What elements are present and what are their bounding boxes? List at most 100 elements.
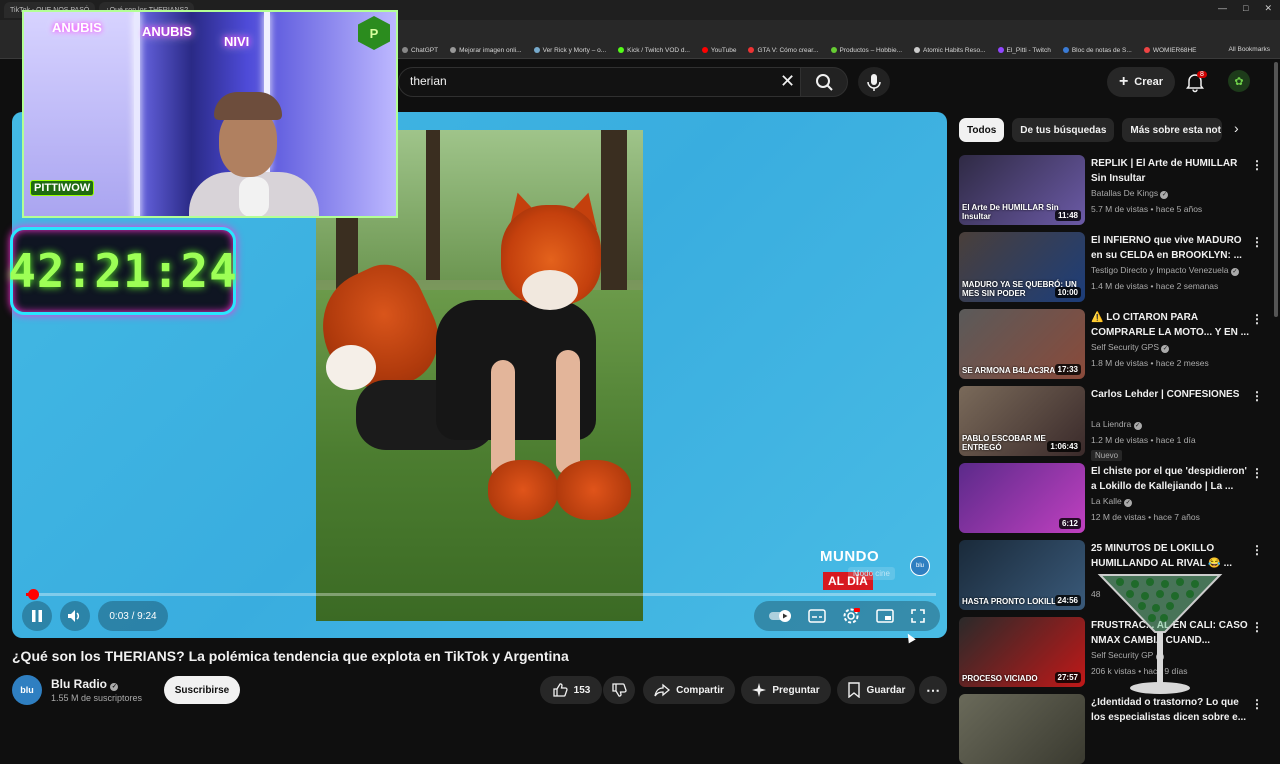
fullscreen-icon[interactable] xyxy=(910,608,926,624)
subscribe-button[interactable]: Suscribirse xyxy=(164,676,240,704)
settings-gear-icon[interactable] xyxy=(842,607,860,625)
player-right-controls xyxy=(754,601,940,631)
channel-name[interactable]: Blu Radio ✓ xyxy=(51,677,119,691)
search-value: therian xyxy=(410,74,447,88)
search-button[interactable] xyxy=(800,67,848,97)
account-avatar[interactable]: ✿ xyxy=(1228,70,1250,92)
bookmark-item[interactable]: Bloc de notas de S... xyxy=(1062,47,1132,54)
share-button[interactable]: Compartir xyxy=(643,676,735,704)
recommended-title[interactable]: El chiste por el que 'despidieron' a Lok… xyxy=(1091,464,1249,494)
more-vertical-icon[interactable]: ⋮ xyxy=(1251,312,1263,326)
pause-button[interactable] xyxy=(22,601,52,631)
video-thumbnail[interactable] xyxy=(959,694,1085,764)
more-actions-button[interactable]: ⋯ xyxy=(919,676,947,704)
save-button[interactable]: Guardar xyxy=(837,676,915,704)
recommended-title[interactable]: El INFIERNO que vive MADURO en su CELDA … xyxy=(1091,233,1249,263)
more-horizontal-icon: ⋯ xyxy=(926,681,940,698)
more-vertical-icon[interactable]: ⋮ xyxy=(1251,466,1263,480)
voice-search-button[interactable] xyxy=(858,67,890,97)
video-thumbnail[interactable]: MADURO YA SE QUEBRÓ: UN MES SIN PODER 10:… xyxy=(959,232,1085,302)
close-icon[interactable]: ✕ xyxy=(1264,3,1272,14)
like-button[interactable]: 153 xyxy=(540,676,602,704)
verified-icon: ✓ xyxy=(1124,499,1133,507)
video-thumbnail[interactable]: PABLO ESCOBAR ME ENTREGÓ 1:06:43 xyxy=(959,386,1085,456)
video-thumbnail[interactable]: El Arte De HUMILLAR Sin Insultar 11:48 xyxy=(959,155,1085,225)
bookmark-item[interactable]: Atomic Habits Reso... xyxy=(914,47,986,54)
bookmark-item[interactable]: Ver Rick y Morty – o... xyxy=(533,47,606,54)
video-duration: 6:12 xyxy=(1058,518,1081,529)
bookmark-item[interactable]: ChatGPT xyxy=(402,47,438,54)
subtitles-icon[interactable] xyxy=(808,609,826,623)
recommended-video[interactable]: El Arte De HUMILLAR Sin Insultar 11:48 REP… xyxy=(959,155,1263,225)
more-vertical-icon[interactable]: ⋮ xyxy=(1251,620,1263,634)
chip-todos[interactable]: Todos xyxy=(959,118,1005,142)
more-vertical-icon[interactable]: ⋮ xyxy=(1251,158,1263,172)
recommended-video[interactable]: SE ARMONA B4LAC3RA 17:33 ⚠️ LO CITARON PAR… xyxy=(959,309,1263,379)
cinema-mode-tooltip: Modo cine xyxy=(848,567,895,580)
bookmark-item[interactable]: WOMIER68HE xyxy=(1143,47,1197,54)
cannabis-leaf-icon: ✿ xyxy=(1234,75,1244,88)
minimize-icon[interactable]: — xyxy=(1218,3,1227,14)
bookmark-icon xyxy=(847,682,860,698)
bookmark-item[interactable]: GTA V: Cómo crear... xyxy=(748,47,819,54)
all-bookmarks[interactable]: All Bookmarks xyxy=(1228,46,1270,53)
bookmark-item[interactable]: Mejorar imagen onli... xyxy=(450,47,522,54)
bookmark-item[interactable]: Productos – Hobbie... xyxy=(830,47,902,54)
stream-timer: 42:21:24 xyxy=(8,227,238,315)
more-vertical-icon[interactable]: ⋮ xyxy=(1251,543,1263,557)
bookmark-item[interactable]: El_Pitti - Twitch xyxy=(997,47,1051,54)
autoplay-toggle-icon[interactable] xyxy=(768,609,792,623)
more-vertical-icon[interactable]: ⋮ xyxy=(1251,235,1263,249)
miniplayer-icon[interactable] xyxy=(876,609,894,623)
filter-chips: Todos De tus búsquedas Más sobre esta no… xyxy=(959,118,1223,142)
verified-icon: ✓ xyxy=(1161,345,1170,353)
channel-avatar[interactable]: blu xyxy=(12,675,42,705)
chip-more-about[interactable]: Más sobre esta not xyxy=(1122,118,1223,142)
plus-icon: + xyxy=(1118,73,1129,90)
video-thumbnail[interactable]: PROCESO VICIADO 27:57 xyxy=(959,617,1085,687)
recommended-video[interactable]: PABLO ESCOBAR ME ENTREGÓ 1:06:43 Carlos Le… xyxy=(959,386,1263,461)
progress-bar[interactable] xyxy=(26,589,936,600)
recommended-video[interactable]: MADURO YA SE QUEBRÓ: UN MES SIN PODER 10:… xyxy=(959,232,1263,302)
search-input[interactable] xyxy=(398,67,810,97)
bookmark-item[interactable]: Kick / Twitch VOD d... xyxy=(618,47,690,54)
video-thumbnail[interactable]: HASTA PRONTO LOKILLO 24:56 xyxy=(959,540,1085,610)
recommended-title[interactable]: 25 MINUTOS DE LOKILLO HUMILLANDO AL RIVA… xyxy=(1091,541,1249,571)
recommended-channel[interactable]: Testigo Directo y Impacto Venezuela ✓ xyxy=(1091,265,1239,276)
neon-sign: NIVI xyxy=(224,34,250,49)
video-thumbnail[interactable]: SE ARMONA B4LAC3RA 17:33 xyxy=(959,309,1085,379)
more-vertical-icon[interactable]: ⋮ xyxy=(1251,389,1263,403)
video-thumbnail[interactable]: 6:12 xyxy=(959,463,1085,533)
dislike-button[interactable] xyxy=(603,676,635,704)
clear-search-icon[interactable]: ✕ xyxy=(780,71,795,92)
mute-button[interactable] xyxy=(60,601,90,631)
maximize-icon[interactable]: □ xyxy=(1243,3,1248,14)
recommended-title[interactable]: ⚠️ LO CITARON PARA COMPRARLE LA MOTO... … xyxy=(1091,310,1249,340)
recommended-title[interactable]: REPLIK | El Arte de HUMILLAR Sin Insulta… xyxy=(1091,156,1249,186)
channel-watermark[interactable]: blu xyxy=(910,556,930,576)
chip-from-searches[interactable]: De tus búsquedas xyxy=(1012,118,1115,142)
chevron-right-icon[interactable]: › xyxy=(1234,120,1239,136)
window-controls: — □ ✕ xyxy=(1218,3,1272,14)
bookmark-item[interactable]: YouTube xyxy=(701,47,736,54)
ask-button[interactable]: Preguntar xyxy=(741,676,831,704)
create-button[interactable]: + Crear xyxy=(1107,67,1175,97)
like-count: 153 xyxy=(573,684,591,696)
recommended-channel[interactable]: La Kalle ✓ xyxy=(1091,496,1133,507)
timer-value: 42:21:24 xyxy=(8,244,238,298)
thumbnail-caption: SE ARMONA B4LAC3RA xyxy=(962,365,1056,375)
recommended-video[interactable]: 6:12 El chiste por el que 'despidieron' a… xyxy=(959,463,1263,533)
page-scrollbar[interactable] xyxy=(1274,62,1278,317)
microphone-icon xyxy=(867,74,881,91)
recommended-title[interactable]: Carlos Lehder | CONFESIONES xyxy=(1091,387,1249,402)
verified-icon: ✓ xyxy=(1230,268,1239,276)
recommended-video[interactable]: ¿Identidad o trastorno? Lo que los espec… xyxy=(959,694,1263,764)
thumbs-up-icon xyxy=(553,683,568,697)
recommended-channel[interactable]: Self Security GPS ✓ xyxy=(1091,342,1170,353)
scrubber-handle[interactable] xyxy=(27,589,39,600)
time-label: 0:03 / 9:24 xyxy=(109,610,157,622)
more-vertical-icon[interactable]: ⋮ xyxy=(1251,697,1263,711)
notification-count-badge: 8 xyxy=(1197,71,1207,78)
recommended-channel[interactable]: Batallas De Kings ✓ xyxy=(1091,188,1169,199)
recommended-channel[interactable]: La Liendra ✓ xyxy=(1091,419,1142,430)
